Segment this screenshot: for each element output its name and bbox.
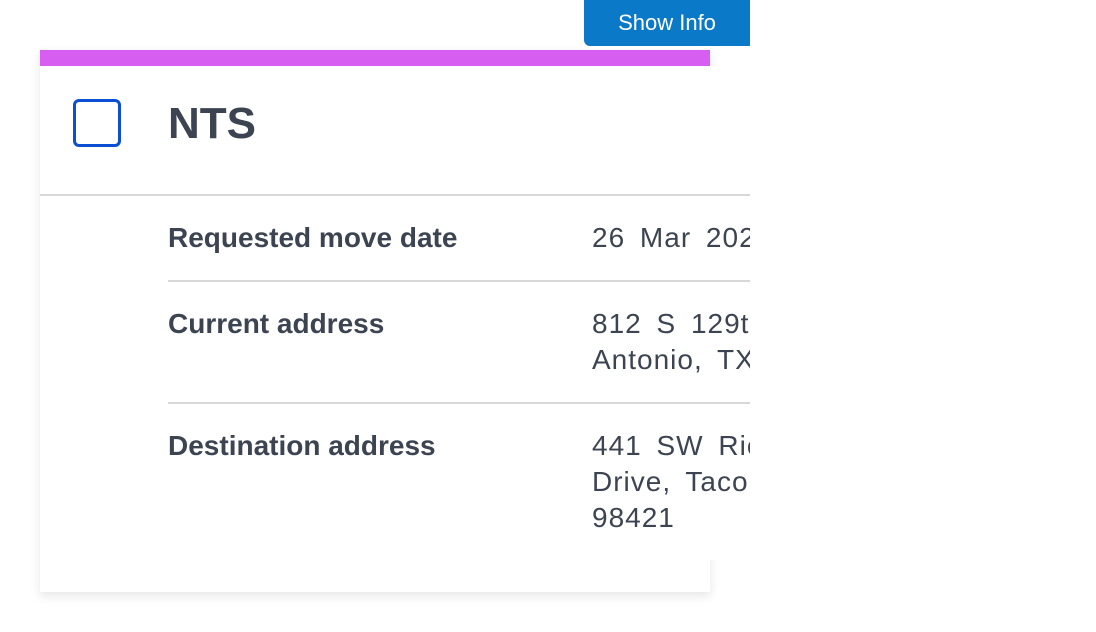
card-title: NTS [168,99,256,148]
value-line: 26 Mar 2020 [592,222,750,253]
value-line: 441 SW Rio [592,430,750,461]
value-line: Drive, Taco [592,466,749,497]
current-address-value: 812 S 129th Antonio, TX [592,306,750,378]
value-line: 812 S 129th [592,308,750,339]
requested-move-date-value: 26 Mar 2020 [592,220,750,256]
page: Show Info NTS Requested move date 26 Mar… [0,0,1096,632]
value-line: Antonio, TX [592,344,750,375]
shipment-card: NTS Requested move date 26 Mar 2020 Curr… [40,50,750,592]
select-shipment-checkbox[interactable] [73,99,121,147]
header-divider [40,194,750,196]
destination-address-value: 441 SW Rio Drive, Taco 98421 [592,428,750,536]
requested-move-date-label: Requested move date [168,222,458,253]
card-body: NTS Requested move date 26 Mar 2020 Curr… [40,66,750,560]
value-line: 98421 [592,502,675,533]
row-divider [168,280,750,282]
destination-address-label: Destination address [168,430,436,461]
row-divider [168,402,750,404]
card-accent-stripe [40,50,710,66]
current-address-label: Current address [168,308,385,339]
show-info-button[interactable]: Show Info [584,0,750,46]
